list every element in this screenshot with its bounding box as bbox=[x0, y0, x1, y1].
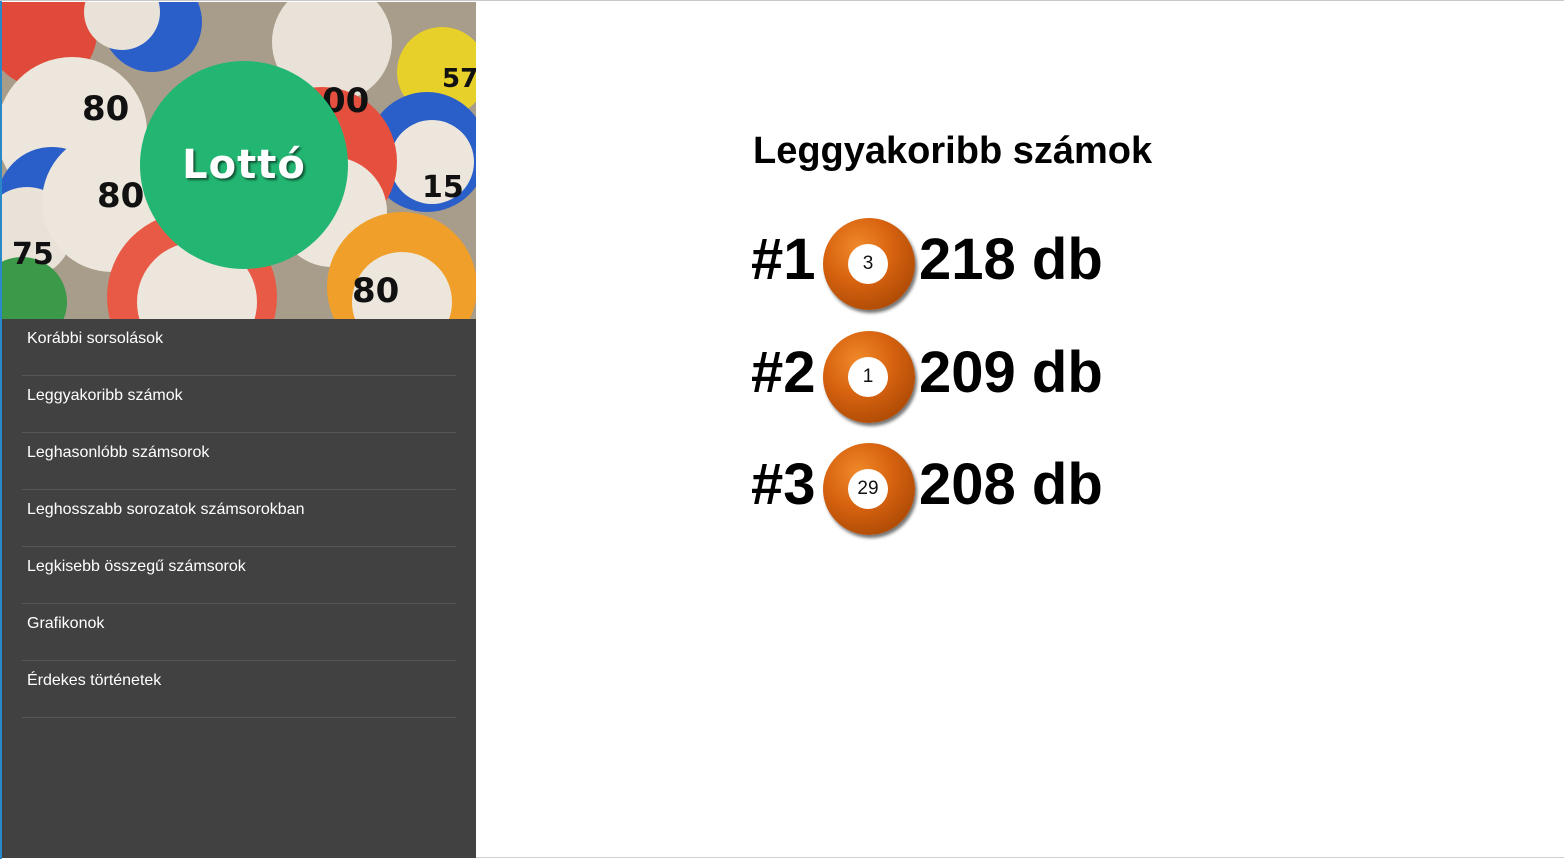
sidebar-item-legkisebb-osszegu-szamsorok[interactable]: Legkisebb összegű számsorok bbox=[22, 547, 456, 604]
sidebar-nav: Korábbi sorsolások Leggyakoribb számok L… bbox=[22, 319, 456, 718]
svg-text:15: 15 bbox=[422, 170, 464, 205]
ball-number: 3 bbox=[848, 244, 888, 284]
svg-text:57: 57 bbox=[442, 64, 476, 94]
sidebar-item-grafikonok[interactable]: Grafikonok bbox=[22, 604, 456, 661]
lottery-ball-icon: 3 bbox=[823, 218, 915, 310]
app-window: 80 80 75 00 15 80 57 Lottó Korábbi sorso… bbox=[0, 0, 1564, 859]
sidebar-item-erdekes-tortenetek[interactable]: Érdekes történetek bbox=[22, 661, 456, 718]
draw-count: 208 db bbox=[919, 452, 1103, 517]
rank-label: #2 bbox=[751, 340, 816, 405]
svg-text:80: 80 bbox=[352, 271, 399, 311]
lottery-ball-icon: 29 bbox=[823, 443, 915, 535]
sidebar-item-leggyakoribb-szamok[interactable]: Leggyakoribb számok bbox=[22, 376, 456, 433]
logo-badge[interactable]: Lottó bbox=[140, 61, 348, 269]
sidebar-item-leghosszabb-sorozatok[interactable]: Leghosszabb sorozatok számsorokban bbox=[22, 490, 456, 547]
ball-number: 1 bbox=[848, 357, 888, 397]
page-title: Leggyakoribb számok bbox=[753, 130, 1153, 172]
main-content: Leggyakoribb számok #1 3 218 db #2 1 209… bbox=[476, 2, 1564, 858]
lottery-ball-icon: 1 bbox=[823, 331, 915, 423]
ball-number: 29 bbox=[848, 469, 888, 509]
draw-count: 209 db bbox=[919, 340, 1103, 405]
svg-text:80: 80 bbox=[82, 89, 129, 129]
sidebar-item-leghasonlobb-szamsorok[interactable]: Leghasonlóbb számsorok bbox=[22, 433, 456, 490]
sidebar: 80 80 75 00 15 80 57 Lottó Korábbi sorso… bbox=[2, 2, 476, 858]
draw-count: 218 db bbox=[919, 227, 1103, 292]
sidebar-item-korabbi-sorsolasok[interactable]: Korábbi sorsolások bbox=[22, 319, 456, 376]
logo-text: Lottó bbox=[182, 142, 306, 188]
rank-label: #3 bbox=[751, 452, 816, 517]
rank-label: #1 bbox=[751, 227, 816, 292]
svg-text:80: 80 bbox=[97, 176, 144, 216]
hero-banner: 80 80 75 00 15 80 57 Lottó bbox=[2, 2, 476, 319]
svg-text:75: 75 bbox=[12, 237, 54, 272]
